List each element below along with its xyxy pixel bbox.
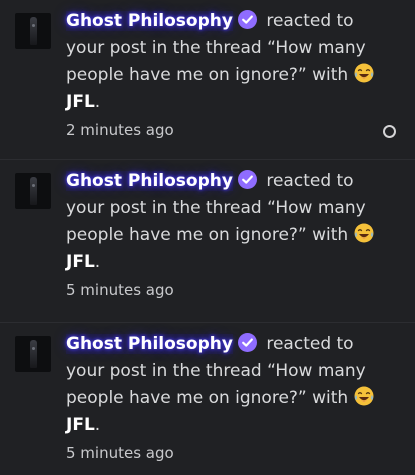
avatar[interactable] [15, 13, 51, 49]
reaction-suffix: . [94, 252, 101, 272]
verified-check-icon [237, 10, 257, 29]
notification-list: Ghost Philosophy reacted to your post in… [0, 0, 415, 475]
crying-laughing-emoji-icon [354, 63, 374, 83]
avatar[interactable] [15, 336, 51, 372]
reaction-suffix: . [94, 415, 101, 435]
timestamp: 5 minutes ago [66, 444, 174, 462]
crying-laughing-emoji-icon [354, 386, 374, 406]
crying-laughing-emoji-icon [354, 223, 374, 243]
avatar-figure [30, 17, 37, 45]
avatar-figure [30, 340, 37, 368]
reaction-suffix: . [94, 92, 101, 112]
timestamp: 5 minutes ago [66, 281, 174, 299]
notification-item[interactable]: Ghost Philosophy reacted to your post in… [0, 0, 415, 160]
reaction-name: JFL [66, 92, 95, 112]
avatar[interactable] [15, 173, 51, 209]
notification-content: Ghost Philosophy reacted to your post in… [66, 331, 392, 464]
verified-check-icon [237, 333, 257, 352]
timestamp: 2 minutes ago [66, 121, 174, 139]
notification-content: Ghost Philosophy reacted to your post in… [66, 168, 392, 301]
unread-indicator-icon[interactable] [383, 125, 396, 138]
notification-item[interactable]: Ghost Philosophy reacted to your post in… [0, 160, 415, 323]
avatar-figure [30, 177, 37, 205]
reaction-name: JFL [66, 415, 95, 435]
notification-item[interactable]: Ghost Philosophy reacted to your post in… [0, 323, 415, 475]
notification-content: Ghost Philosophy reacted to your post in… [66, 8, 392, 141]
username-link[interactable]: Ghost Philosophy [66, 171, 233, 191]
username-link[interactable]: Ghost Philosophy [66, 334, 233, 354]
username-link[interactable]: Ghost Philosophy [66, 11, 233, 31]
reaction-name: JFL [66, 252, 95, 272]
verified-check-icon [237, 170, 257, 189]
